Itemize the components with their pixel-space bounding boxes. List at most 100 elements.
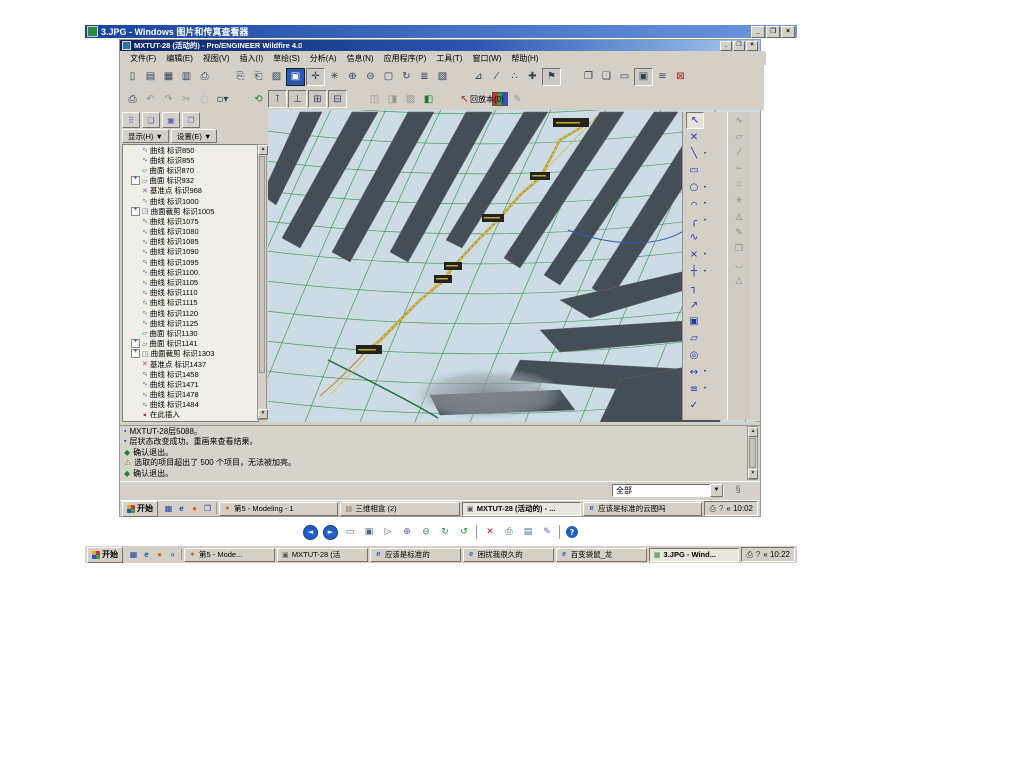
strip-tool-icon[interactable]: ◬ [731,209,747,224]
flyout-arrow-icon[interactable]: • [704,252,706,258]
strip-tool-icon[interactable]: ⁙ [731,177,747,192]
menu-item[interactable]: 编辑(E) [162,52,197,65]
task-button[interactable]: ● 第5 - Mode... [184,547,275,562]
task-button[interactable]: ▣ MXTUT-28 (活 [276,547,368,562]
navigator-tab[interactable]: ⠿ [122,112,140,128]
strip-tool-icon[interactable]: ❒ [731,241,747,256]
sketch-tool[interactable]: ⌒ • [683,196,728,213]
tree-item[interactable]: ✕ 基准点 标识968 [123,186,258,196]
sketch-tool-icon[interactable]: ≡ [686,382,702,397]
menu-item[interactable]: 插入(I) [236,52,268,65]
tree-item[interactable]: ∿ 曲线 标识1095 [123,257,258,267]
toolbar-button[interactable]: ⊖ [362,69,379,85]
tree-item[interactable]: ∿ 曲线 标识1478 [123,390,258,400]
sketch-tool-icon[interactable]: ○ [686,180,702,195]
toolbar-button[interactable]: ⚑ [542,67,561,86]
toolbar-button[interactable]: ▥ [178,69,195,85]
viewer-titlebar[interactable]: 3.JPG - Windows 图片和传真查看器 _ ❐ × [85,25,797,38]
strip-tool-icon[interactable]: ◡ [731,257,747,272]
toolbar-button[interactable] [232,91,249,107]
toolbar-button[interactable]: ⁄ [488,69,505,85]
toolbar-button[interactable]: ▨ [402,91,419,107]
viewer-toolbar-button[interactable]: ↺ [457,525,471,539]
viewer-toolbar-button[interactable]: ✕ [483,525,497,539]
toolbar-button[interactable]: ▫▾ [214,91,231,107]
tree-item[interactable]: ∿ 曲线 标识1458 [123,369,258,379]
toolbar-button[interactable]: ⊺ [268,90,287,108]
tree-item[interactable]: ✕ 基准点 标识1437 [123,359,258,369]
strip-tool-icon[interactable]: ✳ [731,193,747,208]
scroll-down-icon[interactable]: ▼ [748,469,758,479]
menu-item[interactable]: 工具(T) [432,52,466,65]
flyout-arrow-icon[interactable]: • [704,151,706,157]
scroll-thumb[interactable] [749,438,756,468]
viewer-toolbar-button[interactable]: ✎ [540,525,554,539]
task-button[interactable]: e 应该是标准的 [369,547,461,562]
printer-icon[interactable]: ⎙ [746,550,752,560]
sketch-tool-icon[interactable]: ✕ [686,130,702,145]
tree-item[interactable]: ∿ 曲线 标识1110 [123,288,258,298]
toolbar-button[interactable]: ↷ [160,91,177,107]
sketch-tool-icon[interactable]: ◎ [686,348,702,363]
tree-item[interactable]: ∿ 曲线 标识1120 [123,308,258,318]
buffer-select-icon[interactable]: § [732,484,744,497]
tree-item[interactable]: ∿ 曲线 标识1471 [123,379,258,389]
restore-button[interactable]: ❐ [766,25,780,38]
toolbar-button[interactable]: ✎ [509,91,526,107]
tree-item[interactable]: ∿ 曲线 标识1085 [123,237,258,247]
viewer-toolbar-button[interactable]: ◄ [303,524,318,540]
task-button[interactable]: ▣ MXTUT-28 (活动的) - ... [461,501,582,516]
sketch-tool[interactable]: ┼ • [683,263,728,280]
tree-item[interactable]: ∿ 曲线 标识1075 [123,216,258,226]
quick-launch-icon[interactable]: ▦ [128,549,139,560]
sketch-tool-icon[interactable]: ↖ [686,111,704,129]
quick-launch-icon[interactable]: e [141,549,152,560]
sketch-tool-icon[interactable]: ↗ [686,298,702,313]
task-button[interactable]: ▦ 3.JPG - Wind... [648,547,740,562]
strip-tool-icon[interactable]: ∼ [731,161,747,176]
toolbar-button[interactable]: ≣ [416,69,433,85]
sketch-tool[interactable]: ✓ [683,398,728,415]
sketch-tool-icon[interactable]: ∿ [686,230,702,245]
sketch-tool[interactable]: ↗ [683,297,728,314]
help-icon[interactable]: ? [756,550,760,559]
flyout-arrow-icon[interactable]: • [704,269,706,275]
expand-icon[interactable]: + [131,176,140,186]
tree-item[interactable]: + ◳ 曲面裁剪 标识1005 [123,206,258,216]
tree-item[interactable]: ∿ 曲线 标识1000 [123,196,258,206]
viewer-toolbar-button[interactable]: ⊕ [400,525,414,539]
toolbar-button[interactable]: ⊞ [308,90,327,108]
toolbar-button[interactable]: ▭ [616,69,633,85]
toolbar-button[interactable]: ⊿ [470,69,487,85]
toolbar-button[interactable]: ◫ [366,91,383,107]
toolbar-button[interactable]: ≋ [654,69,671,85]
menu-item[interactable]: 文件(F) [126,52,160,65]
sketch-tool-icon[interactable]: ┐ [686,281,702,296]
toolbar-button[interactable]: ▯ [124,69,141,85]
minimize-button[interactable]: _ [751,25,765,38]
message-scrollbar[interactable]: ▲ ▼ [747,426,758,480]
sketch-tool[interactable]: ┐ [683,280,728,297]
viewer-toolbar-button[interactable]: ↻ [438,525,452,539]
settings-button[interactable]: 设置(E) ▼ [170,129,218,143]
tree-item[interactable]: ∿ 曲线 标识850 [123,145,258,155]
navigator-tab[interactable]: ❑ [142,112,160,128]
toolbar-button[interactable]: ⊟ [328,90,347,108]
flyout-arrow-icon[interactable]: • [704,369,706,375]
sketch-tool[interactable]: ≡ • [683,381,728,398]
task-button[interactable]: e 应该是标准的云图吗 [583,501,703,516]
sketch-tool[interactable]: ▭ [683,162,728,179]
sketch-tool[interactable]: ▣ [683,314,728,331]
scroll-up-icon[interactable]: ▲ [748,427,758,437]
toolbar-button[interactable]: ▣ [286,67,305,86]
viewer-toolbar-button[interactable]: ▤ [521,525,535,539]
printer-icon[interactable]: ⎙ [709,504,715,514]
toolbar-button[interactable]: ⎗ [250,69,267,85]
sketch-tool-icon[interactable]: ▭ [686,163,702,178]
start-button[interactable]: 开始 [122,500,158,517]
toolbar-button[interactable]: ⊕ [344,69,361,85]
strip-tool-icon[interactable]: ⁄ [731,145,747,160]
toolbar-button[interactable] [438,91,455,107]
tree-item[interactable]: ∿ 曲线 标识1125 [123,318,258,328]
sketch-tool-icon[interactable]: × [686,247,702,262]
